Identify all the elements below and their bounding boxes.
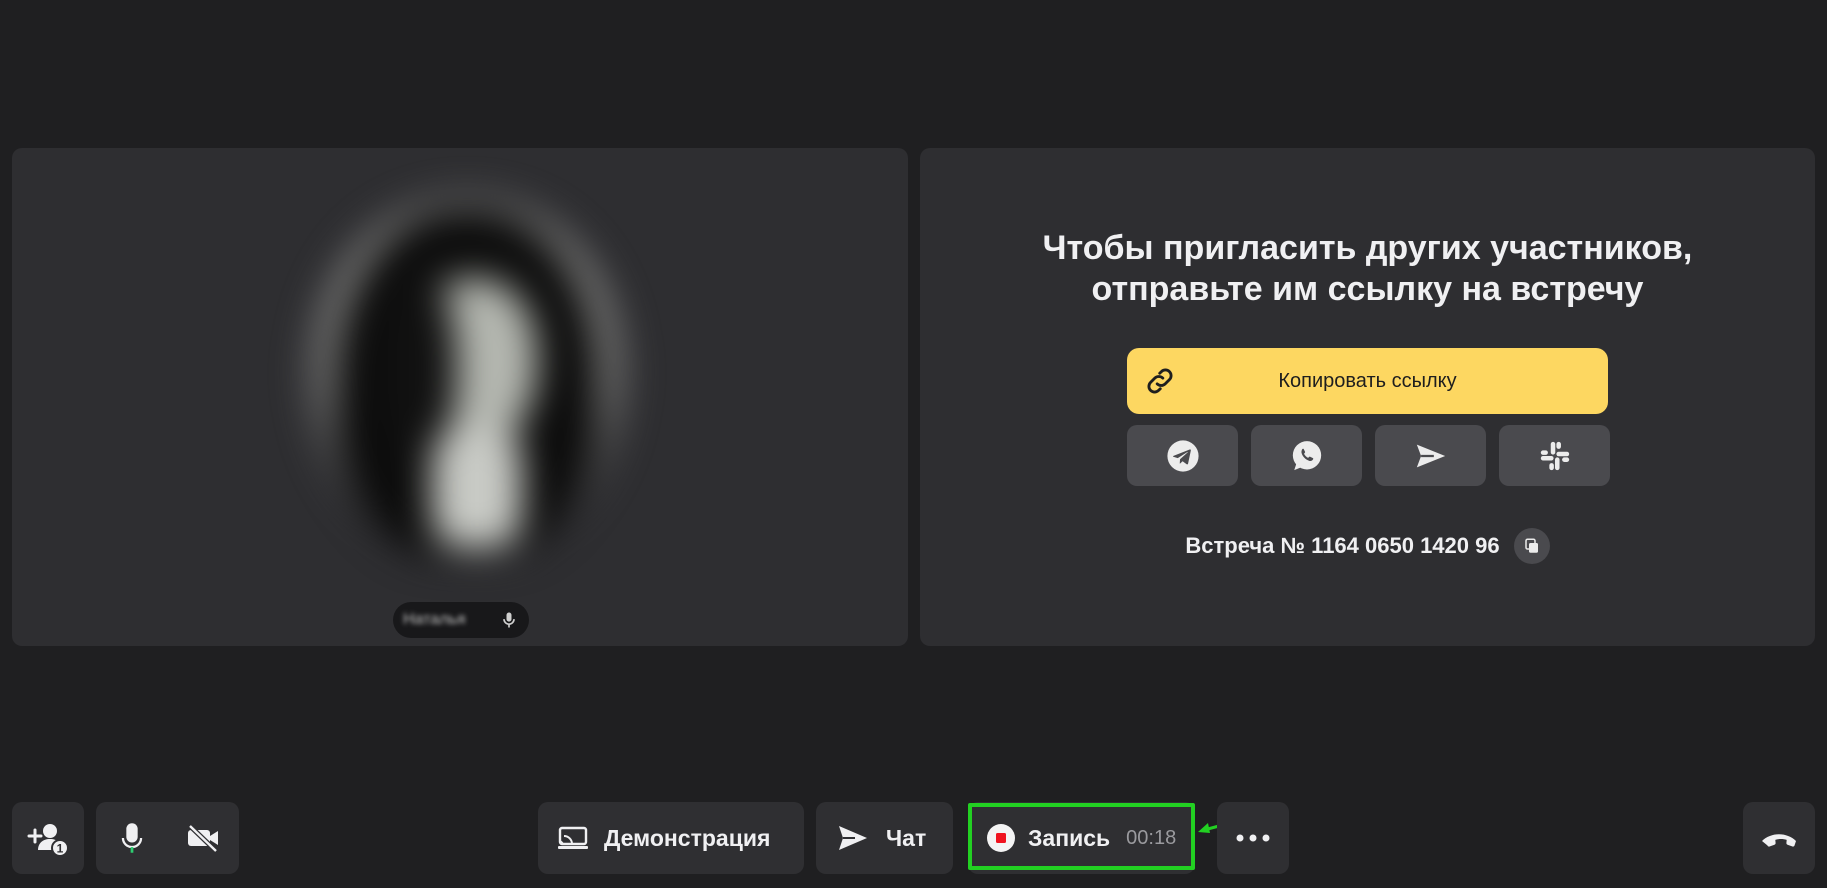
hang-up-button[interactable] — [1743, 802, 1815, 874]
screen-share-button[interactable]: Демонстрация — [538, 802, 804, 874]
share-buttons — [1127, 425, 1610, 486]
copy-link-label: Копировать ссылку — [1278, 369, 1457, 392]
record-stop-icon — [987, 824, 1015, 852]
camera-button[interactable] — [167, 802, 238, 874]
send-icon — [839, 826, 867, 850]
chat-button[interactable]: Чат — [816, 802, 953, 874]
copy-icon — [1524, 538, 1538, 553]
screen-share-label: Демонстрация — [604, 824, 771, 851]
invite-title-line1: Чтобы пригласить других участников, — [1042, 229, 1693, 267]
participant-name: Наталья — [403, 611, 466, 628]
participant-tile[interactable]: Наталья — [12, 148, 908, 646]
microphone-icon — [121, 823, 142, 853]
invite-panel: Чтобы пригласить других участников, отпр… — [920, 148, 1815, 646]
invite-title: Чтобы пригласить других участников, отпр… — [920, 228, 1815, 310]
invite-title-line2: отправьте им ссылку на встречу — [1091, 270, 1644, 308]
telegram-icon — [1166, 439, 1199, 472]
whatsapp-icon — [1292, 440, 1321, 470]
add-user-icon: 1 — [27, 824, 69, 857]
microphone-icon — [503, 612, 515, 628]
participant-count-badge: 1 — [57, 842, 64, 856]
share-send-button[interactable] — [1375, 425, 1486, 486]
more-options-button[interactable] — [1217, 802, 1289, 874]
media-controls — [96, 802, 239, 874]
participant-video-blurred — [267, 188, 667, 588]
recording-timer: 00:18 — [1126, 826, 1177, 849]
copy-link-button[interactable]: Копировать ссылку — [1127, 348, 1608, 414]
chat-label: Чат — [886, 824, 927, 851]
microphone-button[interactable] — [96, 802, 167, 874]
add-participant-button[interactable]: 1 — [12, 802, 84, 874]
share-telegram-button[interactable] — [1127, 425, 1238, 486]
participant-name-pill: Наталья — [393, 602, 529, 638]
camera-off-icon — [187, 824, 218, 853]
meeting-id-row: Встреча № 1164 0650 1420 96 — [920, 528, 1815, 564]
link-icon — [1147, 368, 1173, 394]
more-icon — [1236, 834, 1270, 842]
send-icon — [1416, 444, 1445, 467]
share-slack-button[interactable] — [1499, 425, 1610, 486]
slack-icon — [1540, 441, 1569, 470]
share-whatsapp-button[interactable] — [1251, 425, 1362, 486]
copy-meeting-id-button[interactable] — [1513, 528, 1550, 564]
screen-share-icon — [558, 826, 588, 849]
meeting-id: Встреча № 1164 0650 1420 96 — [1185, 533, 1500, 558]
recording-label: Запись — [1028, 824, 1111, 851]
phone-hangup-icon — [1762, 834, 1796, 847]
recording-button[interactable]: Запись 00:18 — [968, 802, 1195, 874]
